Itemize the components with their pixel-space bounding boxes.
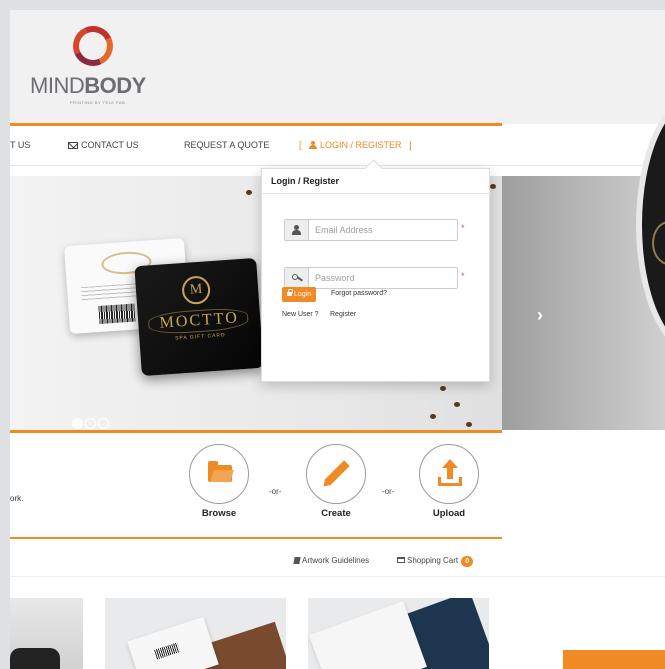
logo-ring-icon: [67, 20, 119, 72]
required-marker: *: [461, 271, 465, 281]
coffee-bean: [490, 184, 496, 189]
product-image: [309, 601, 427, 669]
nav-contact-label: CONTACT US: [81, 140, 139, 150]
cart-icon: [397, 557, 405, 563]
main-nav: T US CONTACT US REQUEST A QUOTE [ LOGIN …: [10, 126, 665, 166]
folder-icon: [208, 461, 232, 482]
login-button-label: Login: [294, 291, 312, 298]
email-field[interactable]: [284, 219, 458, 241]
upload-button[interactable]: [419, 444, 479, 504]
logo-tagline: PRINTING BY TELE FAB: [70, 100, 126, 105]
pencil-icon: [324, 460, 350, 486]
forgot-password-link[interactable]: Forgot password?: [331, 290, 387, 297]
product-tile[interactable]: [10, 598, 83, 669]
bracket-open: [: [299, 140, 302, 150]
carousel-dot-1[interactable]: [72, 418, 83, 429]
intro-text: ork.: [10, 494, 24, 503]
nav-contact-us[interactable]: CONTACT US: [68, 140, 139, 150]
lock-icon: [287, 289, 293, 296]
password-field[interactable]: [284, 267, 458, 289]
card-monogram: M: [181, 275, 212, 306]
browse-action[interactable]: Browse: [189, 444, 249, 519]
or-separator: -or-: [269, 487, 282, 496]
upload-label: Upload: [432, 508, 466, 519]
brand-logo[interactable]: MINDBODY PRINTING BY TELE FAB: [30, 20, 190, 110]
login-dropdown: Login / Register * * Login Forgot passwo…: [261, 168, 491, 382]
barcode-icon: [98, 303, 136, 325]
logo-wordmark: MINDBODY: [30, 73, 146, 98]
page: MINDBODY PRINTING BY TELE FAB T US CONTA…: [10, 10, 665, 669]
nav-about-us[interactable]: T US: [10, 140, 30, 150]
user-icon: [309, 141, 318, 149]
book-icon: [293, 557, 301, 564]
utility-toolbar: Artwork Guidelines Shopping Cart 0: [10, 542, 665, 577]
nav-login-register[interactable]: [ LOGIN / REGISTER ]: [299, 140, 412, 150]
upload-action[interactable]: Upload: [419, 444, 479, 519]
mail-icon: [68, 142, 78, 149]
guidelines-label: Artwork Guidelines: [302, 556, 370, 565]
cart-label: Shopping Cart: [407, 556, 459, 565]
coffee-bean: [430, 414, 436, 419]
new-user-label: New User ?: [282, 311, 319, 318]
login-panel-title: Login / Register: [271, 176, 340, 186]
coffee-bean: [466, 422, 472, 427]
or-separator: -or-: [382, 487, 395, 496]
browse-label: Browse: [201, 508, 237, 519]
product-image: [10, 648, 60, 669]
login-button[interactable]: Login: [282, 287, 317, 302]
create-action[interactable]: Create: [306, 444, 366, 519]
login-panel-divider: [262, 193, 491, 194]
cta-button[interactable]: [563, 650, 665, 669]
artwork-guidelines-link[interactable]: Artwork Guidelines: [293, 556, 370, 565]
create-label: Create: [321, 508, 351, 519]
black-gift-card: M MOCTTO SPA GIFT CARD: [134, 257, 264, 377]
register-link[interactable]: Register: [330, 311, 356, 318]
product-tile[interactable]: [105, 598, 286, 669]
carousel-next-icon[interactable]: ›: [537, 305, 543, 326]
cart-count-badge: 0: [461, 556, 474, 567]
email-input[interactable]: [315, 222, 455, 238]
carousel-dots: [72, 416, 111, 430]
password-input[interactable]: [315, 270, 455, 286]
coffee-bean: [454, 402, 460, 407]
bracket-close: ]: [409, 140, 412, 150]
upload-icon: [438, 459, 462, 486]
hero-divider: [10, 430, 502, 433]
actions-divider: [10, 537, 502, 539]
create-button[interactable]: [306, 444, 366, 504]
site-header: MINDBODY PRINTING BY TELE FAB: [10, 10, 665, 124]
carousel-dot-3[interactable]: [98, 418, 109, 429]
nav-login-label: LOGIN / REGISTER: [320, 140, 402, 150]
user-icon: [285, 220, 309, 240]
carousel-dot-2[interactable]: [85, 418, 96, 429]
key-icon: [285, 268, 309, 288]
browse-button[interactable]: [189, 444, 249, 504]
product-tile[interactable]: [308, 598, 489, 669]
nav-request-quote[interactable]: REQUEST A QUOTE: [184, 140, 269, 150]
shopping-cart-link[interactable]: Shopping Cart 0: [397, 556, 474, 567]
coffee-bean: [440, 386, 446, 391]
required-marker: *: [461, 223, 465, 233]
coffee-bean: [246, 190, 252, 195]
